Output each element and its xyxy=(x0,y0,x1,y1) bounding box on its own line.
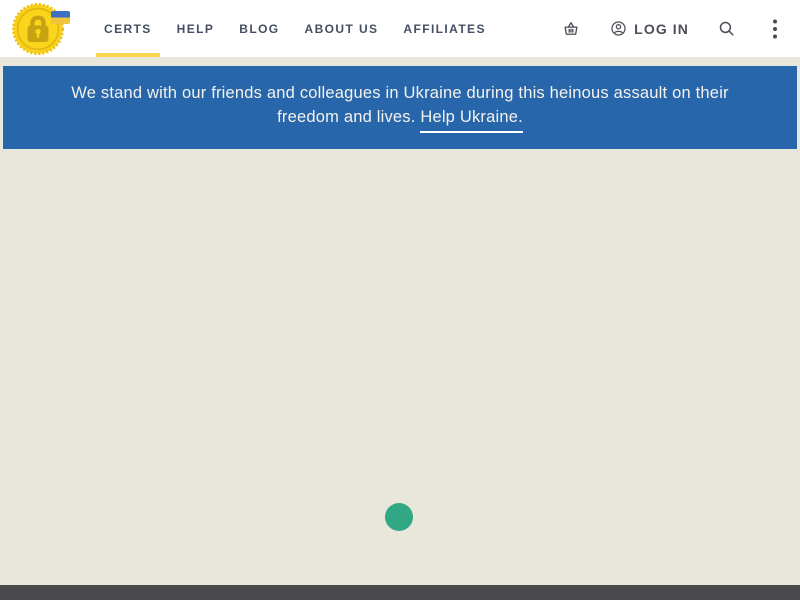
header-actions: LOG IN xyxy=(562,19,778,39)
banner-line2-text: freedom and lives. xyxy=(277,108,415,126)
page-content xyxy=(0,149,800,585)
nav-item-blog[interactable]: BLOG xyxy=(239,0,279,57)
nav-item-help[interactable]: HELP xyxy=(177,0,215,57)
kebab-menu-button[interactable] xyxy=(772,19,778,39)
kebab-menu-icon xyxy=(772,19,778,39)
login-button[interactable]: LOG IN xyxy=(610,20,689,37)
ukraine-banner: We stand with our friends and colleagues… xyxy=(3,66,797,149)
nav-item-affiliates[interactable]: AFFILIATES xyxy=(403,0,485,57)
banner-line1: We stand with our friends and colleagues… xyxy=(71,81,729,105)
basket-button[interactable] xyxy=(562,20,580,38)
nav-item-certs[interactable]: CERTS xyxy=(104,0,152,57)
footer-bar xyxy=(0,585,800,600)
site-logo[interactable] xyxy=(12,0,68,57)
ukraine-flag-icon xyxy=(51,11,70,24)
chat-widget-button[interactable] xyxy=(385,503,413,531)
shopping-basket-icon xyxy=(562,20,580,38)
top-navbar: CERTS HELP BLOG ABOUT US AFFILIATES LOG … xyxy=(0,0,800,57)
login-label: LOG IN xyxy=(634,21,689,37)
main-nav: CERTS HELP BLOG ABOUT US AFFILIATES xyxy=(104,0,486,57)
nav-item-about-us[interactable]: ABOUT US xyxy=(305,0,379,57)
search-button[interactable] xyxy=(718,20,735,37)
banner-line2: freedom and lives. Help Ukraine. xyxy=(277,105,523,129)
search-icon xyxy=(718,20,735,37)
help-ukraine-link[interactable]: Help Ukraine. xyxy=(420,108,523,133)
account-circle-icon xyxy=(610,20,627,37)
